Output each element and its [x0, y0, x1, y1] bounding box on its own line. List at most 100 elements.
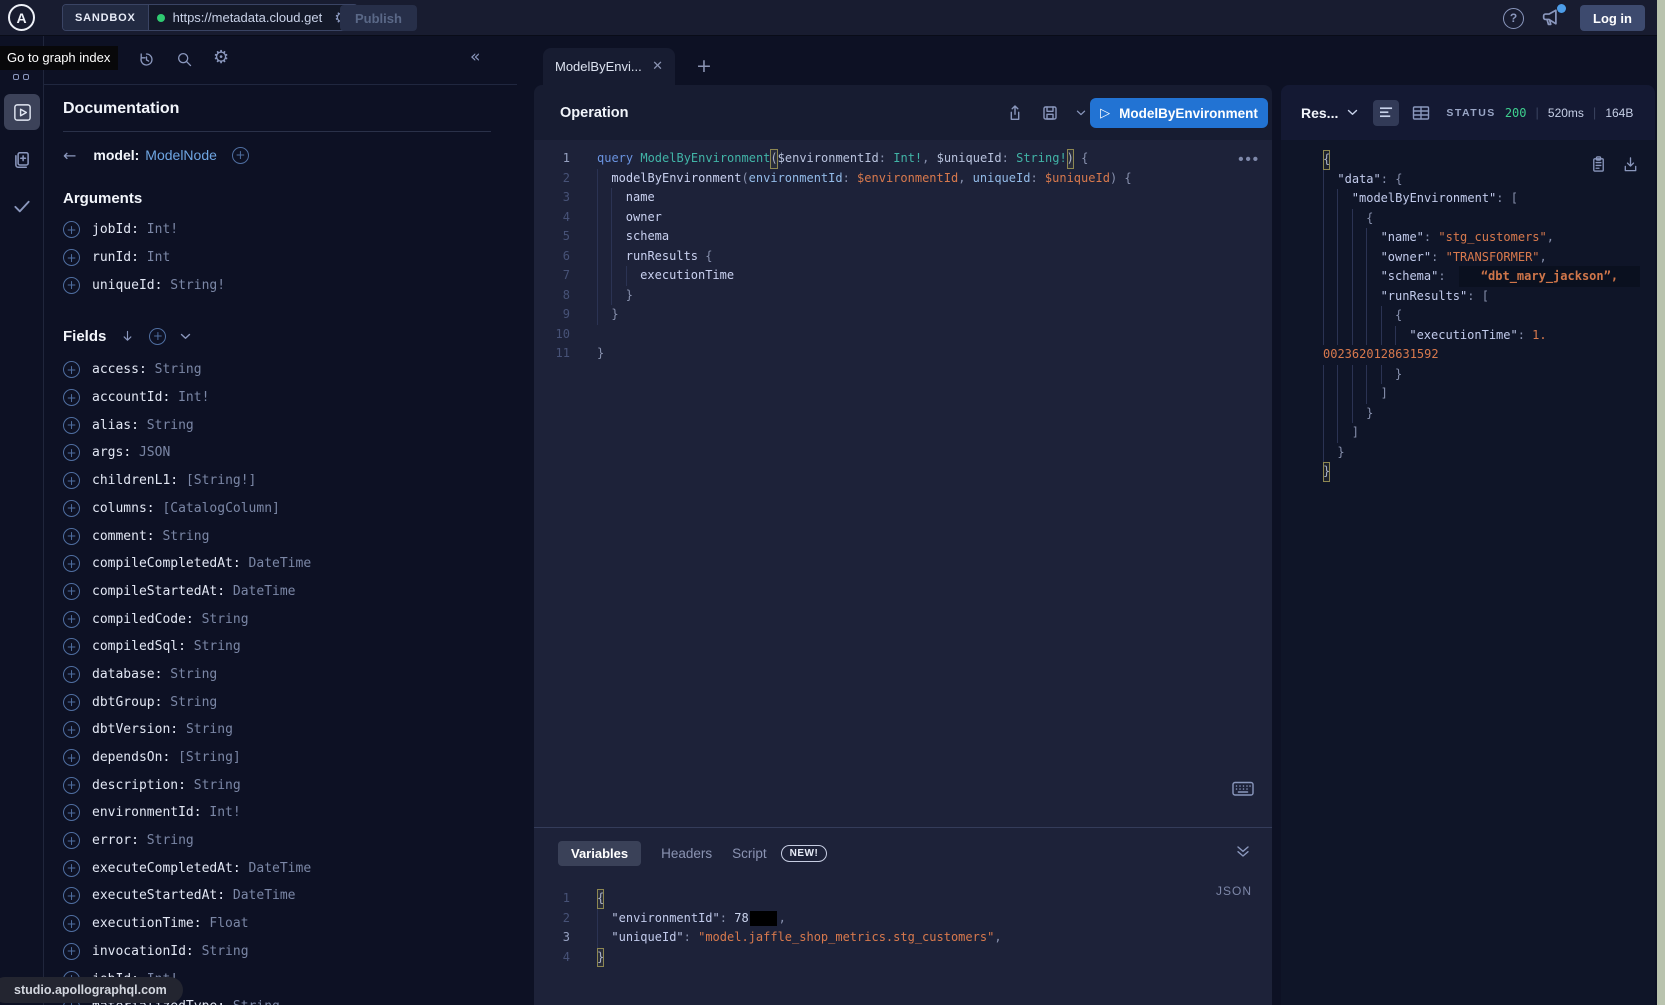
add-field-icon[interactable]: +: [63, 249, 80, 266]
field-type[interactable]: [String!]: [186, 473, 256, 488]
add-field-icon[interactable]: +: [63, 887, 80, 904]
add-field-icon[interactable]: +: [63, 417, 80, 434]
field-name[interactable]: dependsOn: [92, 750, 162, 765]
add-field-icon[interactable]: +: [63, 721, 80, 738]
variables-code[interactable]: {"environmentId": 78,"uniqueId": "model.…: [580, 889, 1272, 1005]
share-icon[interactable]: [1006, 104, 1024, 122]
field-name[interactable]: executionTime: [92, 916, 194, 931]
field-type[interactable]: Int!: [209, 805, 240, 820]
field-name[interactable]: executeCompletedAt: [92, 861, 233, 876]
field-name[interactable]: comment: [92, 529, 147, 544]
add-field-icon[interactable]: +: [63, 444, 80, 461]
tab-script[interactable]: Script: [732, 846, 767, 861]
field-name[interactable]: error: [92, 833, 131, 848]
field-name[interactable]: database: [92, 667, 155, 682]
add-field-icon[interactable]: +: [63, 583, 80, 600]
field-name[interactable]: alias: [92, 418, 131, 433]
endpoint-url-input[interactable]: https://metadata.cloud.get: [173, 10, 335, 25]
query-code[interactable]: query ModelByEnvironment($environmentId:…: [580, 149, 1272, 827]
add-field-icon[interactable]: +: [63, 638, 80, 655]
field-name[interactable]: compiledCode: [92, 612, 186, 627]
run-operation-button[interactable]: ▷ ModelByEnvironment: [1090, 98, 1268, 128]
back-arrow-icon[interactable]: ←: [63, 146, 76, 165]
field-type[interactable]: String: [202, 944, 249, 959]
field-name[interactable]: childrenL1: [92, 473, 170, 488]
add-field-icon[interactable]: +: [63, 666, 80, 683]
field-type[interactable]: Int!: [178, 390, 209, 405]
endpoint-url-box[interactable]: https://metadata.cloud.get ⚙: [149, 5, 357, 30]
field-name[interactable]: args: [92, 445, 123, 460]
field-type[interactable]: [CatalogColumn]: [162, 501, 279, 516]
tab-headers[interactable]: Headers: [661, 846, 712, 861]
collapse-panel-icon[interactable]: «: [470, 49, 480, 67]
add-field-icon[interactable]: +: [63, 221, 80, 238]
add-field-icon[interactable]: +: [63, 277, 80, 294]
chevron-down-icon[interactable]: [180, 332, 191, 341]
settings-gear-icon[interactable]: ⚙: [213, 49, 229, 68]
help-icon[interactable]: ?: [1503, 8, 1524, 29]
login-button[interactable]: Log in: [1580, 5, 1645, 31]
field-type[interactable]: String!: [170, 278, 225, 293]
field-type[interactable]: DateTime: [233, 888, 296, 903]
field-type[interactable]: String: [155, 362, 202, 377]
field-name[interactable]: environmentId: [92, 805, 194, 820]
new-tab-button[interactable]: +: [696, 57, 712, 76]
add-field-icon[interactable]: +: [63, 943, 80, 960]
field-type[interactable]: Int!: [147, 222, 178, 237]
field-type[interactable]: String: [170, 667, 217, 682]
keyboard-shortcuts-icon[interactable]: [1232, 781, 1254, 797]
copy-response-icon[interactable]: [1590, 155, 1607, 173]
sidebar-item-explorer[interactable]: [4, 94, 40, 130]
response-title[interactable]: Res...: [1301, 105, 1338, 121]
field-type[interactable]: String: [147, 833, 194, 848]
add-field-icon[interactable]: +: [63, 500, 80, 517]
field-type[interactable]: String: [233, 999, 280, 1005]
sort-arrow-down-icon[interactable]: [120, 329, 135, 344]
field-name[interactable]: compileCompletedAt: [92, 556, 233, 571]
add-field-icon[interactable]: +: [63, 472, 80, 489]
add-all-fields-icon[interactable]: +: [149, 328, 166, 345]
tab-variables[interactable]: Variables: [558, 841, 641, 866]
variables-editor[interactable]: 1234 {"environmentId": 78,"uniqueId": "m…: [534, 880, 1272, 1005]
field-type[interactable]: String: [194, 778, 241, 793]
download-response-icon[interactable]: [1622, 155, 1639, 173]
response-json[interactable]: {"data": {"modelByEnvironment": [{"name"…: [1281, 140, 1655, 482]
tab-close-icon[interactable]: ✕: [652, 59, 663, 74]
field-name[interactable]: dbtGroup: [92, 695, 155, 710]
field-type[interactable]: String: [186, 722, 233, 737]
add-field-icon[interactable]: +: [63, 528, 80, 545]
add-field-icon[interactable]: +: [63, 611, 80, 628]
field-type[interactable]: DateTime: [233, 584, 296, 599]
search-icon[interactable]: [176, 51, 193, 68]
field-name[interactable]: columns: [92, 501, 147, 516]
apollo-logo[interactable]: A: [8, 4, 35, 31]
field-name[interactable]: invocationId: [92, 944, 186, 959]
add-field-icon[interactable]: +: [63, 749, 80, 766]
field-type[interactable]: String: [170, 695, 217, 710]
response-dropdown-chevron-icon[interactable]: [1347, 108, 1358, 117]
sidebar-item-checklist[interactable]: [0, 196, 44, 216]
graph-index-icon[interactable]: [13, 74, 29, 80]
save-icon[interactable]: [1041, 104, 1059, 122]
collapse-section-icon[interactable]: [1236, 845, 1250, 858]
field-name[interactable]: access: [92, 362, 139, 377]
view-table-toggle[interactable]: [1412, 105, 1430, 121]
add-field-icon[interactable]: +: [63, 804, 80, 821]
field-type[interactable]: DateTime: [249, 861, 312, 876]
field-name[interactable]: description: [92, 778, 178, 793]
field-type[interactable]: [String]: [178, 750, 241, 765]
add-field-icon[interactable]: +: [63, 832, 80, 849]
add-field-icon[interactable]: +: [63, 389, 80, 406]
type-name-link[interactable]: ModelNode: [145, 147, 217, 163]
field-name[interactable]: accountId: [92, 390, 162, 405]
view-raw-toggle[interactable]: [1373, 100, 1399, 126]
field-name[interactable]: runId: [92, 250, 131, 265]
add-type-icon[interactable]: +: [232, 147, 249, 164]
add-field-icon[interactable]: +: [63, 361, 80, 378]
save-dropdown-chevron-icon[interactable]: [1076, 109, 1086, 117]
field-name[interactable]: uniqueId: [92, 278, 155, 293]
field-type[interactable]: String: [194, 639, 241, 654]
sidebar-item-collections[interactable]: [0, 150, 44, 170]
field-type[interactable]: Int: [147, 250, 170, 265]
field-type[interactable]: JSON: [139, 445, 170, 460]
